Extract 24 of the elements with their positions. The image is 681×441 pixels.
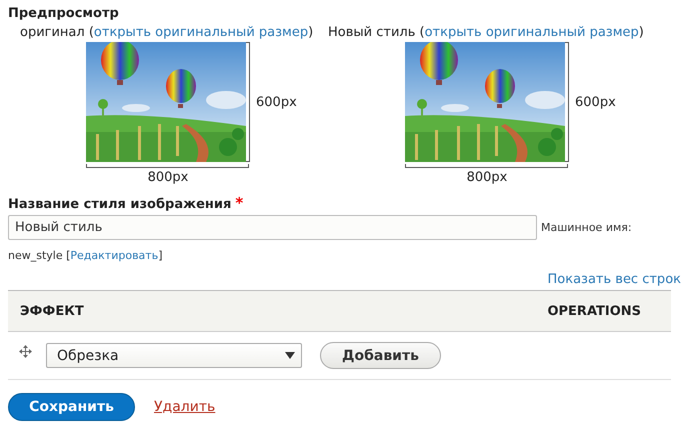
edit-link[interactable]: Редактировать — [70, 249, 158, 262]
machine-name-label: Машинное имя: — [541, 221, 632, 234]
original-size-link[interactable]: открыть оригинальный размер — [94, 25, 308, 40]
original-size-link[interactable]: открыть оригинальный размер — [424, 25, 639, 40]
column-header: OPERATIONS — [547, 304, 641, 318]
preview-caption: Новый стиль (открыть оригинальный размер) — [328, 24, 644, 42]
preview-heading: Предпросмотр — [8, 6, 120, 21]
effect-select[interactable]: Обрезка — [46, 343, 302, 368]
column-header: ЭФФЕКТ — [20, 304, 84, 318]
machine-name-text: new_style [Редактировать] — [8, 249, 164, 262]
drag-handle-icon[interactable] — [19, 345, 32, 358]
save-button[interactable]: Сохранить — [8, 393, 135, 421]
add-button[interactable]: Добавить — [320, 342, 441, 369]
delete-link[interactable]: Удалить — [154, 399, 216, 415]
show-row-weights-link[interactable]: Показать вес строк — [547, 272, 681, 287]
required-mark: * — [235, 194, 244, 212]
caret-icon — [285, 352, 295, 359]
width-label: 800px — [466, 170, 508, 185]
field-label: Название стиля изображения — [8, 197, 232, 212]
preview-caption: оригинал (открыть оригинальный размер) — [20, 24, 314, 42]
style-name-field[interactable]: Новый стиль — [8, 215, 537, 240]
height-label: 600px — [255, 94, 298, 110]
height-label: 600px — [574, 94, 617, 110]
width-label: 800px — [148, 170, 188, 185]
